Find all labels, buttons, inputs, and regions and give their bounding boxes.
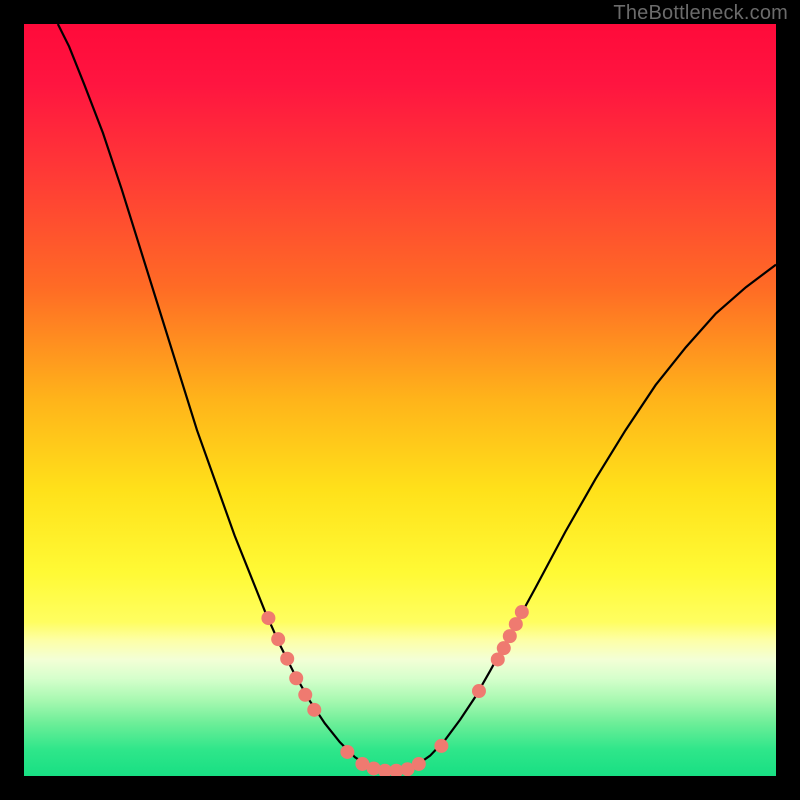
- watermark-text: TheBottleneck.com: [613, 2, 788, 25]
- bottleneck-curve: [58, 24, 776, 771]
- data-dot: [497, 641, 511, 655]
- data-dot: [271, 632, 285, 646]
- data-dot: [434, 739, 448, 753]
- data-dot: [261, 611, 275, 625]
- chart-frame: [24, 24, 776, 776]
- data-dot: [307, 703, 321, 717]
- data-dot: [503, 629, 517, 643]
- chart-overlay: [24, 24, 776, 776]
- data-dot: [412, 757, 426, 771]
- data-dot: [289, 671, 303, 685]
- data-dot: [472, 684, 486, 698]
- data-dot: [515, 605, 529, 619]
- data-dot: [280, 652, 294, 666]
- data-dots-group: [261, 605, 528, 776]
- data-dot: [509, 617, 523, 631]
- data-dot: [340, 745, 354, 759]
- data-dot: [298, 688, 312, 702]
